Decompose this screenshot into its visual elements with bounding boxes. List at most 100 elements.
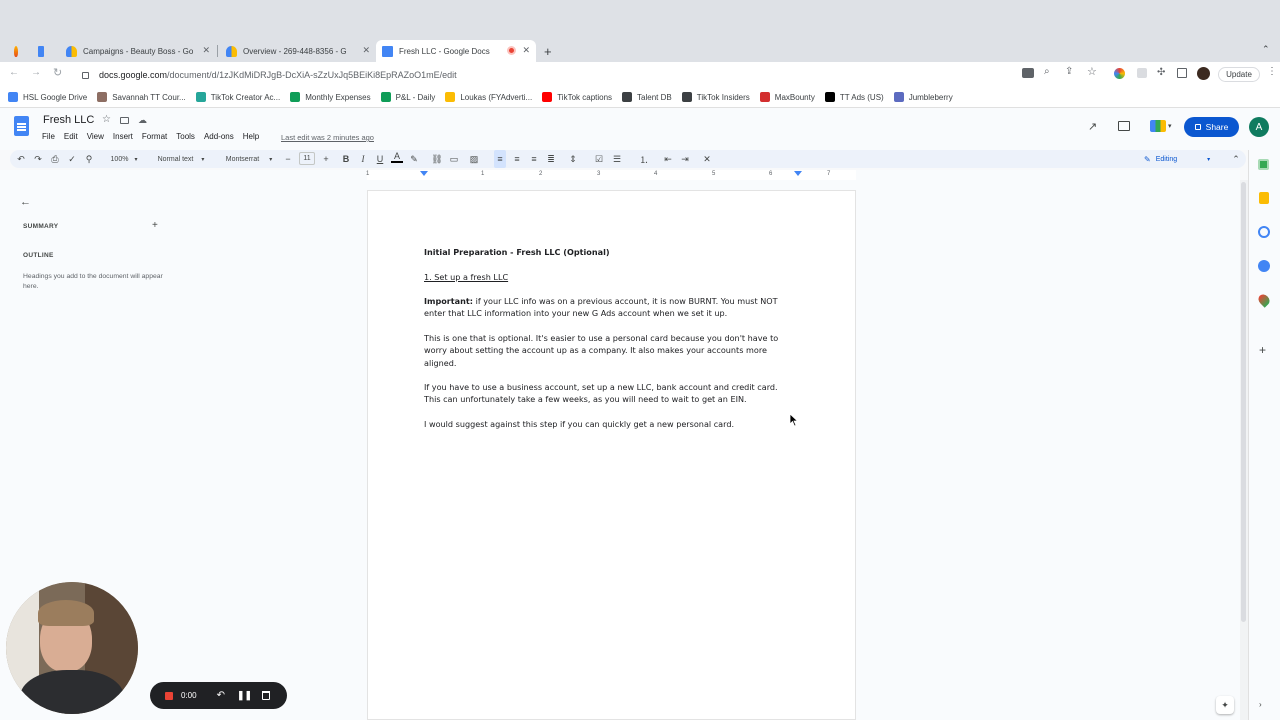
bookmark-item[interactable]: Loukas (FYAdverti... [445, 92, 532, 102]
align-justify-icon[interactable]: ≣ [545, 150, 557, 168]
document-title[interactable]: Fresh LLC [43, 114, 94, 126]
print-icon[interactable]: ⎙ [48, 150, 62, 168]
document-page[interactable] [367, 190, 856, 720]
star-icon[interactable]: ☆ [102, 114, 111, 125]
bookmark-item[interactable]: Monthly Expenses [290, 92, 371, 102]
share-page-icon[interactable]: ⇪ [1065, 66, 1073, 77]
highlight-pen-icon[interactable]: ✎ [408, 150, 420, 168]
numbered-list-icon[interactable]: ⒈ [635, 150, 653, 168]
meet-icon[interactable] [1150, 120, 1166, 132]
decrease-indent-icon[interactable]: ⇤ [662, 150, 674, 168]
checklist-icon[interactable]: ☑ [590, 150, 608, 168]
font-select[interactable]: Montserrat ▾ [220, 150, 278, 168]
menu-view[interactable]: View [87, 132, 104, 144]
bookmark-item[interactable]: TikTok Creator Ac... [195, 92, 280, 102]
zoom-select[interactable]: 100% ▾ [106, 150, 142, 168]
delete-recording-trash-icon[interactable] [262, 691, 271, 700]
font-size-input[interactable]: 11 [299, 152, 315, 165]
scrollbar-thumb[interactable] [1241, 182, 1246, 622]
bookmark-item[interactable]: Talent DB [622, 92, 672, 102]
redo-icon[interactable]: ↷ [31, 150, 45, 168]
tab-search-chevron-icon[interactable]: ⌃ [1262, 44, 1270, 55]
bookmark-item[interactable]: Savannah TT Cour... [97, 92, 186, 102]
get-addons-plus-icon[interactable]: + [1259, 343, 1266, 357]
bookmark-item[interactable]: TikTok Insiders [681, 92, 750, 102]
align-center-icon[interactable]: ≡ [511, 150, 523, 168]
camera-icon[interactable] [1022, 68, 1034, 78]
italic-button[interactable]: I [357, 150, 369, 168]
bold-button[interactable]: B [340, 150, 352, 168]
back-arrow-icon[interactable]: ← [20, 196, 31, 208]
meet-dropdown-icon[interactable]: ▾ [1168, 122, 1172, 130]
menu-edit[interactable]: Edit [64, 132, 78, 144]
last-edit-link[interactable]: Last edit was 2 minutes ago [281, 133, 374, 142]
bookmark-item[interactable]: MaxBounty [759, 92, 815, 102]
back-arrow-icon[interactable]: ← [9, 67, 19, 78]
underline-button[interactable]: U [374, 150, 386, 168]
paragraph-important[interactable]: Important: if your LLC info was on a pre… [424, 295, 796, 320]
extension-icon[interactable] [1114, 68, 1125, 79]
close-icon[interactable]: ✕ [522, 45, 530, 56]
profile-avatar[interactable] [1197, 67, 1210, 80]
insert-comment-icon[interactable]: ▭ [448, 150, 460, 168]
stop-recording-button[interactable] [165, 691, 173, 700]
menu-format[interactable]: Format [142, 132, 167, 144]
tab-pinned-1[interactable] [8, 40, 30, 62]
paint-format-icon[interactable]: ⚲ [82, 150, 96, 168]
hide-menus-chevron-icon[interactable]: ⌃ [1230, 150, 1242, 168]
update-button[interactable]: Update [1218, 67, 1260, 82]
share-button[interactable]: Share [1184, 117, 1239, 137]
pause-icon[interactable]: ❚❚ [237, 690, 252, 701]
undo-icon[interactable]: ↶ [14, 150, 28, 168]
paragraph-suggestion[interactable]: I would suggest against this step if you… [424, 418, 796, 430]
tab-overview[interactable]: Overview - 269-448-8356 - G ✕ [220, 40, 376, 62]
forward-arrow-icon[interactable]: → [31, 67, 41, 78]
tab-campaigns[interactable]: Campaigns - Beauty Boss - Go ✕ [60, 40, 216, 62]
new-tab-plus-icon[interactable]: + [544, 44, 552, 59]
bookmark-item[interactable]: TikTok captions [542, 92, 612, 102]
menu-add-ons[interactable]: Add-ons [204, 132, 234, 144]
tab-fresh-llc[interactable]: Fresh LLC - Google Docs ✕ [376, 40, 536, 62]
add-summary-plus-icon[interactable]: + [152, 220, 158, 231]
explore-sparkle-icon[interactable]: ✦ [1216, 696, 1234, 714]
puzzle-extensions-icon[interactable]: ✣ [1157, 67, 1165, 78]
line-spacing-icon[interactable]: ⇕ [567, 150, 579, 168]
document-heading[interactable]: Initial Preparation - Fresh LLC (Optiona… [424, 246, 796, 258]
show-side-panel-chevron-icon[interactable]: › [1259, 700, 1262, 709]
bookmark-item[interactable]: P&L - Daily [380, 92, 435, 102]
style-select[interactable]: Normal text ▾ [152, 150, 210, 168]
close-icon[interactable]: ✕ [362, 45, 370, 56]
address-bar[interactable]: docs.google.com /document/d/1zJKdMiDRJgB… [70, 66, 1280, 84]
bulleted-list-icon[interactable]: ☰ [608, 150, 626, 168]
menu-file[interactable]: File [42, 132, 55, 144]
extension-icon[interactable] [1137, 68, 1147, 78]
decrease-font-size-button[interactable]: − [283, 150, 293, 168]
menu-insert[interactable]: Insert [113, 132, 133, 144]
insert-image-icon[interactable]: ▨ [465, 150, 483, 168]
webcam-bubble[interactable] [6, 582, 138, 714]
account-avatar[interactable]: A [1249, 117, 1269, 137]
contacts-icon[interactable] [1258, 260, 1270, 272]
move-folder-icon[interactable] [120, 117, 129, 124]
increase-indent-icon[interactable]: ⇥ [679, 150, 691, 168]
tab-pinned-2[interactable] [32, 40, 56, 62]
bookmark-item[interactable]: TT Ads (US) [824, 92, 884, 102]
paragraph-optional[interactable]: This is one that is optional. It's easie… [424, 332, 796, 369]
bookmark-item[interactable]: Jumbleberry [893, 92, 953, 102]
side-panel-icon[interactable] [1177, 68, 1187, 78]
zoom-search-icon[interactable]: ⌕ [1044, 66, 1050, 77]
browser-menu-icon[interactable]: ⋮ [1267, 66, 1277, 77]
menu-help[interactable]: Help [243, 132, 259, 144]
comments-icon[interactable] [1118, 121, 1130, 131]
restart-recording-icon[interactable]: ↶ [217, 690, 225, 701]
maps-icon[interactable] [1256, 292, 1272, 308]
paragraph-business-account[interactable]: If you have to use a business account, s… [424, 381, 796, 406]
reload-icon[interactable]: ↻ [53, 66, 62, 79]
activity-trend-icon[interactable]: ↗ [1088, 120, 1097, 133]
left-indent-marker[interactable] [420, 171, 428, 176]
align-right-icon[interactable]: ≡ [528, 150, 540, 168]
bookmark-star-icon[interactable]: ☆ [1087, 65, 1097, 78]
keep-icon[interactable] [1259, 192, 1269, 204]
text-color-button[interactable]: A [391, 150, 403, 163]
align-left-icon[interactable]: ≡ [494, 150, 506, 168]
